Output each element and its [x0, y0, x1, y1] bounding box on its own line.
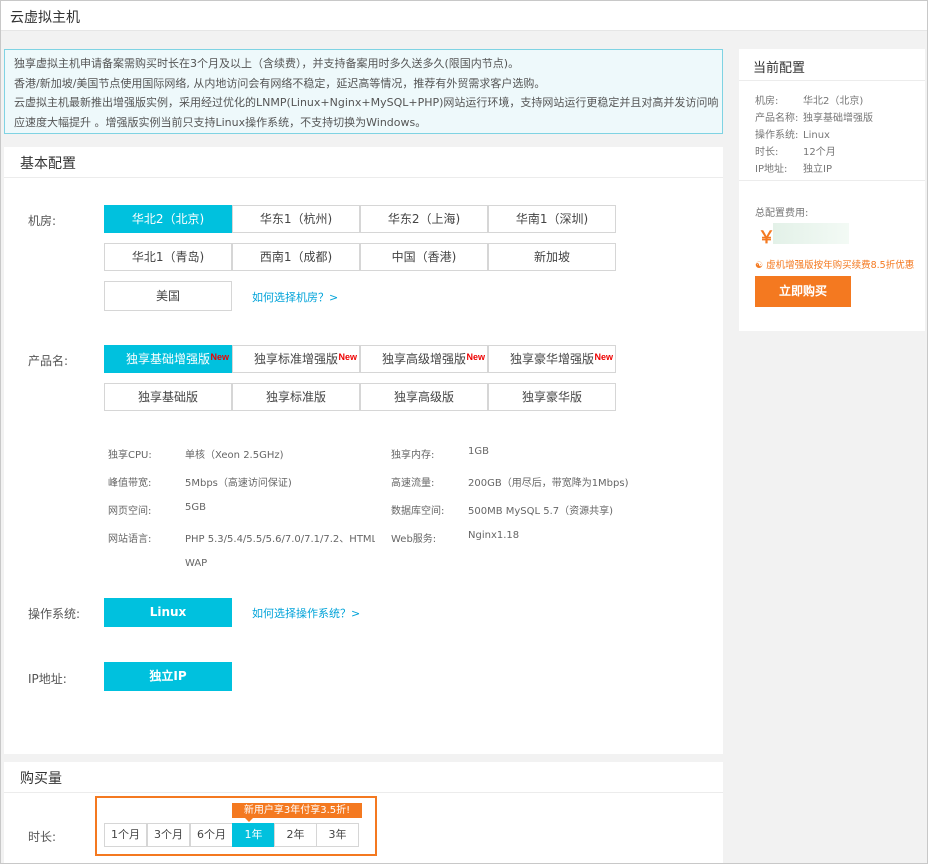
spec-traffic-value: 200GB（用尽后，带宽降为1Mbps) [468, 478, 629, 489]
region-help-link[interactable]: 如何选择机房？> [252, 289, 338, 305]
renew-discount-text: 虚机增强版按年购买续费8.5折优惠 [766, 260, 915, 271]
summary-row: 操作系统: Linux [755, 126, 830, 141]
new-badge: New [210, 352, 229, 362]
summary-row: IP地址: 独立IP [755, 160, 832, 175]
duration-label: 时长: [28, 830, 57, 844]
spec-webserver-key: Web服务: [391, 534, 437, 545]
os-help-link[interactable]: 如何选择操作系统？> [252, 605, 360, 621]
spec-web-space-value: 5GB [185, 502, 206, 513]
purchase-header: 购买量 [4, 762, 723, 793]
summary-row-key: IP地址: [755, 164, 788, 175]
total-cost-label: 总配置费用: [755, 208, 809, 219]
summary-row: 时长: 12个月 [755, 143, 836, 158]
product-option-label: 独享标准增强版 [253, 352, 338, 366]
product-option-standard[interactable]: 独享标准版 [232, 383, 360, 411]
region-label: 机房: [28, 214, 57, 228]
product-option-label: 独享基础增强版 [125, 352, 210, 366]
spec-database-key: 数据库空间: [391, 506, 445, 517]
purchase-title: 购买量 [20, 771, 62, 787]
basic-config-title: 基本配置 [20, 156, 76, 172]
os-label: 操作系统: [28, 607, 81, 621]
duration-option-2-years[interactable]: 2年 [274, 823, 317, 847]
basic-config-header: 基本配置 [4, 147, 723, 178]
notice-line: 云虚拟主机最新推出增强版实例，采用经过优化的LNMP(Linux+Nginx+M… [14, 96, 719, 109]
product-label: 产品名: [28, 354, 69, 368]
notice-line: 香港/新加坡/美国节点使用国际网络, 从内地访问会有网络不稳定，延迟高等情况，推… [14, 76, 546, 90]
notice-box: 独享虚拟主机申请备案需购买时长在3个月及以上（含续费），并支持备案用时多久送多久… [4, 49, 723, 134]
os-option-linux[interactable]: Linux [104, 598, 232, 627]
product-option-luxury[interactable]: 独享豪华版 [488, 383, 616, 411]
spec-bandwidth-value: 5Mbps（高速访问保证) [185, 478, 292, 489]
product-option-label: 独享高级增强版 [381, 352, 466, 366]
region-option-shenzhen[interactable]: 华南1（深圳) [488, 205, 616, 233]
notice-line: 应速度大幅提升 。增强版实例当前只支持Linux操作系统，不支持切换为Windo… [14, 115, 427, 129]
duration-option-3-years[interactable]: 3年 [316, 823, 359, 847]
region-option-shanghai[interactable]: 华东2（上海) [360, 205, 488, 233]
summary-divider [739, 80, 925, 81]
notice-line: 独享虚拟主机申请备案需购买时长在3个月及以上（含续费），并支持备案用时多久送多久… [14, 57, 520, 70]
summary-row-key: 时长: [755, 147, 779, 158]
spec-language-value-line2: WAP [185, 558, 208, 569]
spec-language-key: 网站语言: [108, 534, 152, 545]
ip-label: IP地址: [28, 672, 67, 686]
spec-cpu-value: 单核（Xeon 2.5GHz) [185, 450, 284, 461]
spec-webserver-value: Nginx1.18 [468, 530, 520, 541]
region-option-chengdu[interactable]: 西南1（成都) [232, 243, 360, 271]
summary-row-value: 独享基础增强版 [803, 113, 873, 124]
product-option-label: 独享豪华增强版 [509, 352, 594, 366]
product-option-basic[interactable]: 独享基础版 [104, 383, 232, 411]
region-option-qingdao[interactable]: 华北1（青岛) [104, 243, 232, 271]
region-option-usa[interactable]: 美国 [104, 281, 232, 311]
product-option-standard-enhanced[interactable]: 独享标准增强版 New [232, 345, 360, 373]
spec-traffic-key: 高速流量: [391, 478, 435, 489]
new-badge: New [338, 352, 357, 362]
summary-row: 产品名称: 独享基础增强版 [755, 109, 873, 124]
spec-cpu-key: 独享CPU: [108, 450, 152, 461]
spec-bandwidth-key: 峰值带宽: [108, 478, 152, 489]
summary-row: 机房: 华北2（北京) [755, 92, 863, 107]
new-badge: New [466, 352, 485, 362]
summary-row-value: 独立IP [803, 164, 832, 175]
duration-option-6-months[interactable]: 6个月 [190, 823, 233, 847]
spec-database-value: 500MB MySQL 5.7（资源共享) [468, 506, 614, 517]
summary-row-key: 操作系统: [755, 130, 799, 141]
duration-option-1-year[interactable]: 1年 [232, 823, 275, 847]
spec-memory-value: 1GB [468, 446, 489, 457]
summary-row-value: 华北2（北京) [803, 96, 864, 107]
summary-row-value: 12个月 [803, 147, 836, 158]
region-option-hongkong[interactable]: 中国（香港) [360, 243, 488, 271]
region-option-hangzhou[interactable]: 华东1（杭州) [232, 205, 360, 233]
page-title: 云虚拟主机 [10, 10, 80, 26]
spec-language-value: PHP 5.3/5.4/5.5/5.6/7.0/7.1/7.2、HTML、 [185, 534, 375, 545]
summary-row-key: 产品名称: [755, 113, 799, 124]
product-option-luxury-enhanced[interactable]: 独享豪华增强版 New [488, 345, 616, 373]
ip-option-dedicated[interactable]: 独立IP [104, 662, 232, 691]
duration-option-1-month[interactable]: 1个月 [104, 823, 147, 847]
summary-title: 当前配置 [753, 61, 806, 76]
price-placeholder [773, 223, 849, 244]
buy-now-button[interactable]: 立即购买 [755, 276, 851, 307]
promo-tag-pointer [245, 818, 253, 822]
region-option-singapore[interactable]: 新加坡 [488, 243, 616, 271]
product-option-advanced[interactable]: 独享高级版 [360, 383, 488, 411]
new-badge: New [594, 352, 613, 362]
product-option-advanced-enhanced[interactable]: 独享高级增强版 New [360, 345, 488, 373]
summary-row-value: Linux [803, 130, 830, 141]
discount-icon: ☯ [755, 261, 764, 271]
title-bar: 云虚拟主机 [1, 1, 927, 31]
summary-row-key: 机房: [755, 96, 779, 107]
renew-discount-note: ☯ 虚机增强版按年购买续费8.5折优惠 [755, 257, 914, 271]
spec-memory-key: 独享内存: [391, 450, 435, 461]
region-option-beijing[interactable]: 华北2（北京) [104, 205, 232, 233]
promo-tag: 新用户享3年付享3.5折! [232, 803, 362, 818]
duration-option-3-months[interactable]: 3个月 [147, 823, 190, 847]
summary-divider [739, 180, 925, 181]
product-option-basic-enhanced[interactable]: 独享基础增强版 New [104, 345, 232, 373]
spec-web-space-key: 网页空间: [108, 506, 152, 517]
